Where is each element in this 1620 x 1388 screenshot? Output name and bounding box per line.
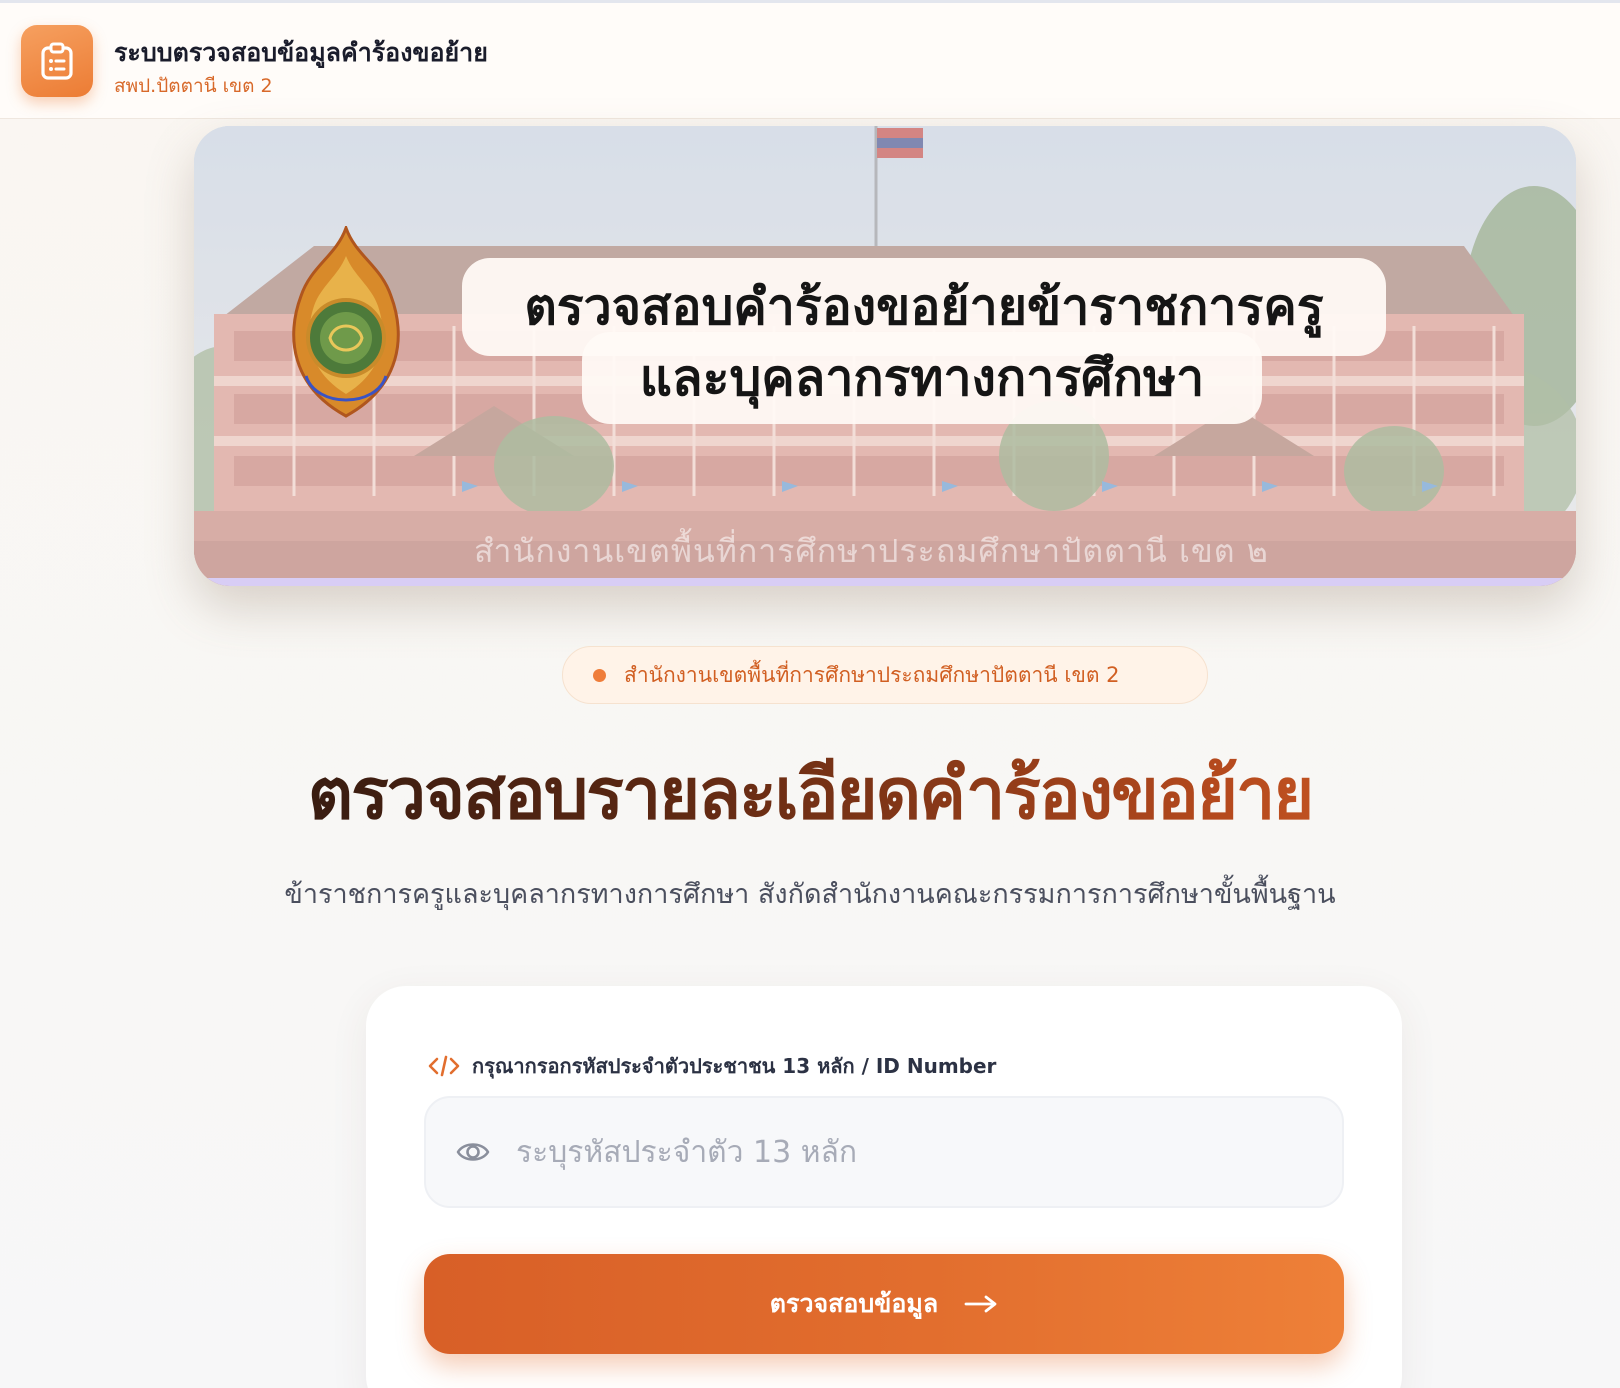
check-data-button[interactable]: ตรวจสอบข้อมูล [424,1254,1344,1354]
id-number-input[interactable] [516,1134,1342,1170]
app-header: ระบบตรวจสอบข้อมูลคำร้องขอย้าย สพป.ปัตตาน… [0,3,1620,119]
obec-emblem-logo [276,223,416,422]
banner-title-line2: และบุคลากรทางการศึกษา [582,332,1262,424]
id-input-wrapper[interactable] [424,1096,1344,1208]
app-title: ระบบตรวจสอบข้อมูลคำร้องขอย้าย [114,38,488,67]
clipboard-list-icon[interactable] [21,25,93,97]
office-badge-text: สำนักงานเขตพื้นที่การศึกษาประถมศึกษาปัตต… [624,662,1120,687]
hero-banner: ตรวจสอบคำร้องขอย้ายข้าราชการครู และบุคลา… [194,126,1576,586]
page-title: ตรวจสอบรายละเอียดคำร้องขอย้าย [0,738,1620,849]
check-data-button-label: ตรวจสอบข้อมูล [769,1289,939,1318]
page-subtitle: ข้าราชการครูและบุคลากรทางการศึกษา สังกัด… [284,879,1336,910]
office-badge: สำนักงานเขตพื้นที่การศึกษาประถมศึกษาปัตต… [562,646,1208,704]
code-icon [428,1055,460,1077]
id-field-label: กรุณากรอกรหัสประจำตัวประชาชน 13 หลัก / I… [428,1050,996,1082]
status-dot-icon [593,668,606,682]
arrow-right-icon [964,1294,998,1314]
eye-icon[interactable] [456,1135,490,1169]
app-subtitle: สพป.ปัตตานี เขต 2 [114,75,273,97]
banner-caption: สำนักงานเขตพื้นที่การศึกษาประถมศึกษาปัตต… [474,532,1269,570]
id-check-form: กรุณากรอกรหัสประจำตัวประชาชน 13 หลัก / I… [366,986,1402,1388]
banner-divider [194,578,1576,586]
id-field-label-text: กรุณากรอกรหัสประจำตัวประชาชน 13 หลัก / I… [472,1054,997,1078]
